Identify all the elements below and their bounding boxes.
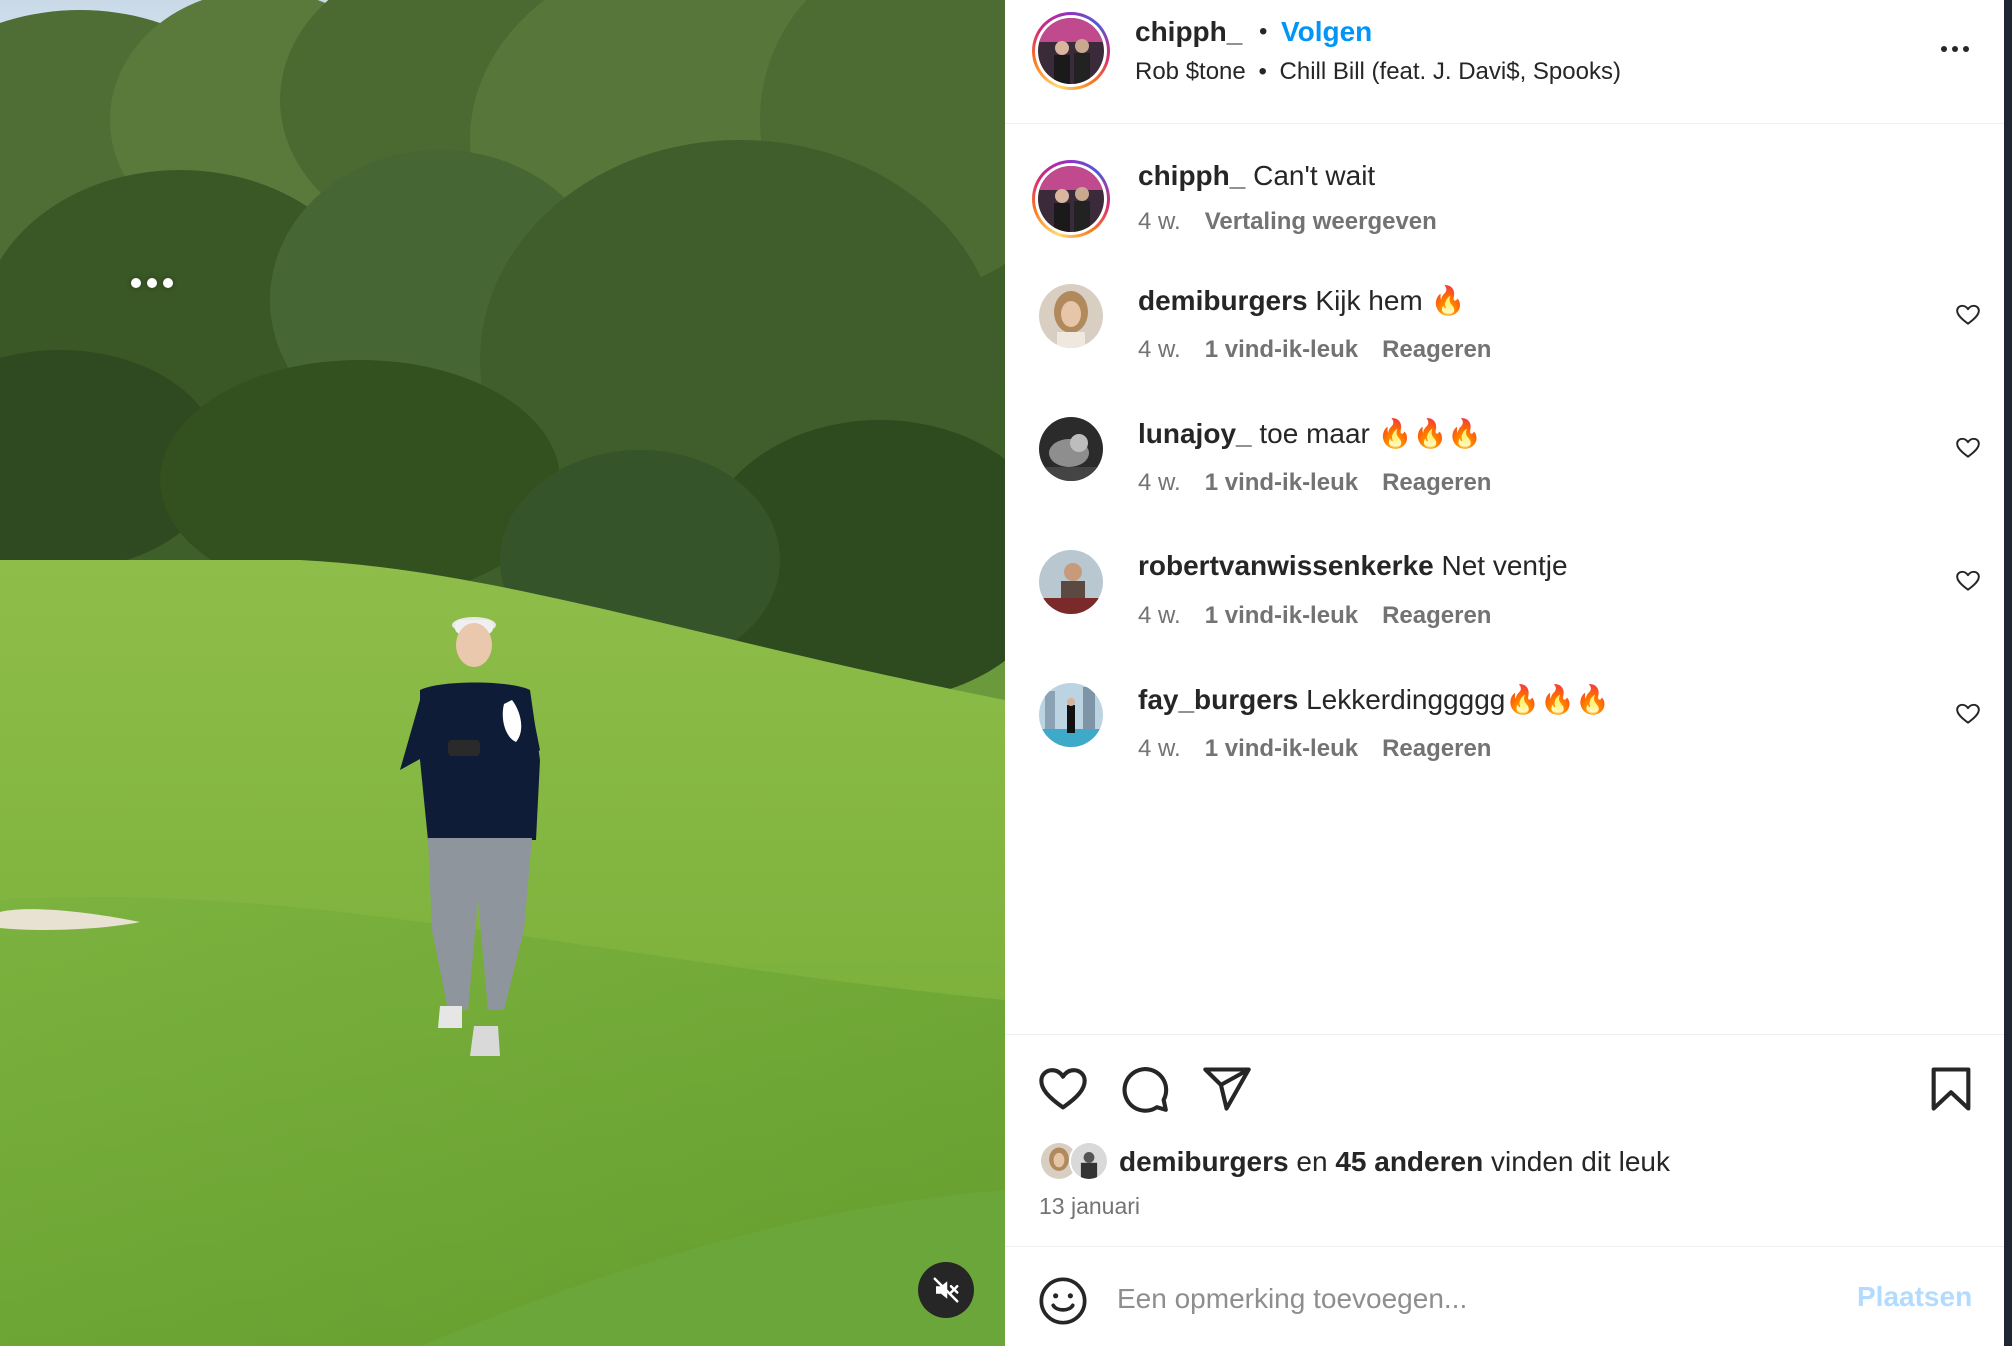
audio-track: Chill Bill (feat. J. Davi$, Spooks): [1279, 58, 1621, 85]
share-icon[interactable]: [1201, 1063, 1253, 1115]
comment-username[interactable]: robertvanwissenkerke: [1138, 550, 1434, 581]
reply-button[interactable]: Reageren: [1382, 735, 1491, 763]
liker-avatars: [1039, 1141, 1111, 1183]
comment-time[interactable]: 4 w.: [1138, 602, 1181, 630]
emoji-icon[interactable]: [1037, 1275, 1089, 1327]
comment-input[interactable]: [1117, 1271, 1807, 1327]
follow-button[interactable]: Volgen: [1281, 16, 1372, 48]
background-edge: [2004, 0, 2012, 1346]
post-actions: demiburgers en 45 anderen vinden dit leu…: [1005, 1034, 2004, 1246]
audio-artist: Rob $tone: [1135, 58, 1246, 85]
add-comment-bar: Plaatsen: [1005, 1246, 2004, 1346]
likes-suffix: vinden dit leuk: [1490, 1146, 1670, 1177]
commenter-avatar[interactable]: [1039, 683, 1103, 747]
comment-time[interactable]: 4 w.: [1138, 469, 1181, 497]
comment-item: robertvanwissenkerke Net ventje 4 w. 1 v…: [1005, 550, 2004, 650]
comment-likes[interactable]: 1 vind-ik-leuk: [1205, 336, 1358, 364]
caption-meta: 4 w. Vertaling weergeven: [1138, 208, 1437, 236]
heart-icon[interactable]: [1037, 1063, 1089, 1115]
more-options-icon[interactable]: [1930, 34, 1980, 64]
commenter-avatar[interactable]: [1039, 550, 1103, 614]
first-liker[interactable]: demiburgers: [1119, 1146, 1289, 1177]
comment-text: toe maar 🔥🔥🔥: [1259, 418, 1483, 449]
translate-button[interactable]: Vertaling weergeven: [1205, 208, 1437, 236]
caption-text: Can't wait: [1253, 160, 1376, 191]
avatar: [1069, 1141, 1109, 1181]
caption-username[interactable]: chipph_: [1138, 160, 1245, 191]
post-comment-button[interactable]: Plaatsen: [1857, 1281, 1972, 1313]
comment-text-line: demiburgers Kijk hem 🔥: [1138, 284, 1465, 317]
comment-text-line: robertvanwissenkerke Net ventje: [1138, 550, 1568, 582]
comment-item: fay_burgers Lekkerdinggggg🔥🔥🔥 4 w. 1 vin…: [1005, 683, 2004, 783]
comment-heart-icon[interactable]: [1955, 568, 1981, 594]
comment-item: demiburgers Kijk hem 🔥 4 w. 1 vind-ik-le…: [1005, 284, 2004, 384]
post-video[interactable]: [0, 0, 1005, 1346]
comment-username[interactable]: lunajoy_: [1138, 418, 1252, 449]
caption-time[interactable]: 4 w.: [1138, 208, 1181, 236]
commenter-avatar[interactable]: [1039, 284, 1103, 348]
comment-likes[interactable]: 1 vind-ik-leuk: [1205, 602, 1358, 630]
reply-button[interactable]: Reageren: [1382, 336, 1491, 364]
author-avatar-ring[interactable]: [1032, 12, 1110, 90]
comments-list: chipph_ Can't wait 4 w. Vertaling weerge…: [1005, 124, 2004, 1034]
golf-course-scene: [0, 0, 1005, 1346]
audio-separator: •: [1258, 58, 1267, 85]
comment-meta: 4 w. 1 vind-ik-leuk Reageren: [1138, 735, 1491, 763]
comment-heart-icon[interactable]: [1955, 701, 1981, 727]
comment-time[interactable]: 4 w.: [1138, 336, 1181, 364]
author-username[interactable]: chipph_: [1135, 16, 1242, 48]
others-count[interactable]: 45 anderen: [1335, 1146, 1483, 1177]
comment-meta: 4 w. 1 vind-ik-leuk Reageren: [1138, 602, 1491, 630]
avatar: [1038, 166, 1104, 232]
comment-time[interactable]: 4 w.: [1138, 735, 1181, 763]
audio-link[interactable]: Rob $tone • Chill Bill (feat. J. Davi$, …: [1135, 58, 1621, 86]
instagram-post-modal: chipph_ • Volgen Rob $tone • Chill Bill …: [0, 0, 2012, 1346]
comment-likes[interactable]: 1 vind-ik-leuk: [1205, 469, 1358, 497]
header-separator: •: [1259, 18, 1268, 45]
bookmark-icon[interactable]: [1925, 1063, 1977, 1115]
likes-summary: demiburgers en 45 anderen vinden dit leu…: [1039, 1141, 1670, 1183]
media-more-icon[interactable]: [124, 268, 180, 298]
comment-text: Kijk hem 🔥: [1315, 285, 1466, 316]
comment-text: Lekkerdinggggg🔥🔥🔥: [1306, 684, 1610, 715]
post-date[interactable]: 13 januari: [1039, 1193, 1140, 1220]
caption-text-line: chipph_ Can't wait: [1138, 160, 1375, 192]
comment-icon[interactable]: [1119, 1063, 1171, 1115]
comment-text: Net ventje: [1441, 550, 1568, 581]
comment-meta: 4 w. 1 vind-ik-leuk Reageren: [1138, 336, 1491, 364]
comment-heart-icon[interactable]: [1955, 435, 1981, 461]
likes-text: demiburgers en 45 anderen vinden dit leu…: [1119, 1146, 1670, 1178]
comment-username[interactable]: fay_burgers: [1138, 684, 1298, 715]
avatar: [1038, 18, 1104, 84]
commenter-avatar[interactable]: [1039, 417, 1103, 481]
caption: chipph_ Can't wait 4 w. Vertaling weerge…: [1005, 160, 2004, 250]
mute-toggle-button[interactable]: [918, 1262, 974, 1318]
speaker-muted-icon: [933, 1277, 959, 1303]
likes-connector: en: [1296, 1146, 1328, 1177]
comment-text-line: fay_burgers Lekkerdinggggg🔥🔥🔥: [1138, 683, 1610, 716]
post-details-panel: chipph_ • Volgen Rob $tone • Chill Bill …: [1005, 0, 2004, 1346]
reply-button[interactable]: Reageren: [1382, 469, 1491, 497]
post-header: chipph_ • Volgen Rob $tone • Chill Bill …: [1005, 0, 2004, 124]
caption-avatar-ring[interactable]: [1032, 160, 1110, 238]
comment-meta: 4 w. 1 vind-ik-leuk Reageren: [1138, 469, 1491, 497]
comment-heart-icon[interactable]: [1955, 302, 1981, 328]
comment-likes[interactable]: 1 vind-ik-leuk: [1205, 735, 1358, 763]
comment-text-line: lunajoy_ toe maar 🔥🔥🔥: [1138, 417, 1482, 450]
comment-item: lunajoy_ toe maar 🔥🔥🔥 4 w. 1 vind-ik-leu…: [1005, 417, 2004, 517]
comment-username[interactable]: demiburgers: [1138, 285, 1308, 316]
reply-button[interactable]: Reageren: [1382, 602, 1491, 630]
